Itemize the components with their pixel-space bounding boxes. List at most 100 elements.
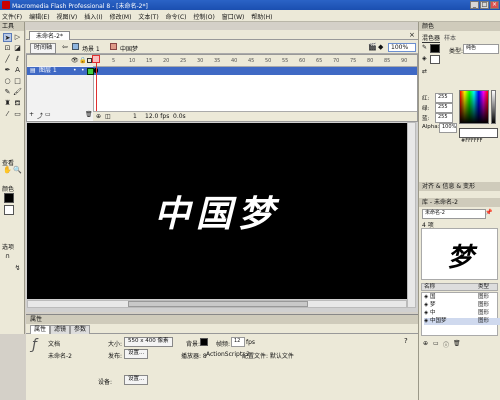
close-button[interactable]: ×: [490, 1, 499, 9]
library-type-header[interactable]: 类型: [478, 284, 489, 291]
layer-lock-dot-icon[interactable]: •: [81, 67, 85, 75]
brightness-slider[interactable]: [491, 90, 496, 124]
back-arrow-icon[interactable]: ⇦: [62, 43, 68, 51]
align-panel-title[interactable]: 对齐 & 信息 & 变形: [419, 182, 500, 191]
layer-row[interactable]: ▤ 图层 1 • •: [27, 67, 417, 75]
menu-insert[interactable]: 插入(I): [82, 10, 105, 21]
menu-help[interactable]: 帮助(H): [249, 10, 275, 21]
tab-parameters[interactable]: 参数: [70, 325, 91, 334]
publish-settings-button[interactable]: 设置...: [124, 349, 149, 359]
mixer-stroke-swatch[interactable]: [430, 44, 440, 53]
library-document-select[interactable]: 未命名-2: [422, 209, 486, 219]
green-input[interactable]: 255: [435, 103, 453, 113]
selection-tool-icon[interactable]: ➤: [3, 33, 12, 42]
zoom-tool-icon[interactable]: 🔍: [13, 166, 22, 175]
scene-label[interactable]: 场景 1: [82, 44, 100, 53]
color-spectrum-picker[interactable]: [459, 90, 489, 124]
size-button[interactable]: 550 x 400 像素: [124, 337, 173, 347]
horizontal-scrollbar[interactable]: [27, 300, 407, 308]
smooth-icon[interactable]: ↯: [13, 264, 22, 273]
alpha-input[interactable]: 100%: [439, 123, 457, 133]
timeline-toggle-button[interactable]: 时间轴: [30, 43, 57, 54]
stroke-color-swatch[interactable]: [4, 193, 14, 203]
library-name-header[interactable]: 名称: [424, 284, 435, 291]
edit-scene-icon[interactable]: 🎬: [368, 43, 377, 51]
layer-visible-dot-icon[interactable]: •: [73, 67, 77, 75]
playhead-handle[interactable]: [92, 55, 100, 63]
hex-value[interactable]: #FFFFFF: [461, 138, 482, 144]
fill-color-swatch[interactable]: [4, 205, 14, 215]
frame-ruler[interactable]: 151015202530354045505560657075808590: [93, 55, 417, 66]
delete-icon[interactable]: 🗑: [453, 340, 461, 347]
menu-view[interactable]: 视图(V): [54, 10, 80, 21]
center-frame-icon[interactable]: ⊕: [96, 112, 101, 121]
menu-modify[interactable]: 修改(M): [108, 10, 135, 21]
paint-bucket-tool-icon[interactable]: ⛾: [13, 99, 22, 108]
red-input[interactable]: 255: [435, 93, 453, 103]
library-item[interactable]: ◈ 国 图形: [424, 294, 500, 301]
new-folder-icon[interactable]: ▭: [433, 340, 439, 347]
onion-skin-icon[interactable]: ◫: [105, 112, 111, 121]
color-panel-title[interactable]: 颜色: [419, 22, 500, 31]
menu-commands[interactable]: 命令(C): [164, 10, 190, 21]
oval-tool-icon[interactable]: ○: [3, 77, 12, 86]
pencil-tool-icon[interactable]: ✎: [3, 88, 12, 97]
symbol-breadcrumb[interactable]: 中国梦: [120, 44, 138, 53]
ink-bottle-tool-icon[interactable]: ♜: [3, 99, 12, 108]
properties-icon[interactable]: ⓘ: [443, 340, 449, 349]
snap-magnet-icon[interactable]: ∩: [3, 252, 12, 261]
edit-symbol-icon[interactable]: ◆: [378, 43, 383, 51]
tab-filters[interactable]: 滤镜: [50, 325, 71, 334]
library-item[interactable]: ◈ 梦 图形: [424, 302, 500, 309]
layer-name[interactable]: 图层 1: [39, 67, 57, 75]
delete-layer-icon[interactable]: 🗑: [85, 111, 93, 118]
text-tool-icon[interactable]: A: [13, 66, 22, 75]
stage-symbol-text[interactable]: 中国梦: [27, 123, 407, 299]
lasso-tool-icon[interactable]: ℓ: [13, 55, 22, 64]
properties-title[interactable]: 属性: [26, 315, 422, 324]
pen-tool-icon[interactable]: ✒: [3, 66, 12, 75]
menu-window[interactable]: 窗口(W): [220, 10, 248, 21]
zoom-select[interactable]: 100%: [388, 43, 416, 52]
rectangle-tool-icon[interactable]: □: [13, 77, 22, 86]
document-close-icon[interactable]: ×: [409, 31, 415, 39]
menu-file[interactable]: 文件(F): [0, 10, 25, 21]
fill-transform-tool-icon[interactable]: ◪: [13, 44, 22, 53]
eye-icon[interactable]: 👁: [71, 57, 79, 64]
hand-tool-icon[interactable]: ✋: [3, 166, 12, 175]
swap-colors-icon[interactable]: ⇄: [422, 68, 427, 75]
new-symbol-icon[interactable]: ⊕: [423, 340, 428, 347]
library-item[interactable]: ◈ 中 图形: [424, 310, 500, 317]
pin-library-icon[interactable]: 📌: [485, 209, 492, 216]
eraser-tool-icon[interactable]: ▭: [13, 110, 22, 119]
frame-rate-input[interactable]: 12: [231, 337, 245, 347]
tab-swatches[interactable]: 样本: [444, 33, 456, 42]
menu-edit[interactable]: 编辑(E): [27, 10, 52, 21]
maximize-button[interactable]: □: [480, 1, 489, 9]
background-color-swatch[interactable]: [200, 338, 208, 346]
eyedropper-tool-icon[interactable]: ⁄: [3, 110, 12, 119]
add-guide-icon[interactable]: ⤴: [37, 111, 43, 120]
add-layer-icon[interactable]: +: [29, 111, 34, 118]
minimize-button[interactable]: _: [470, 1, 479, 9]
lock-icon[interactable]: 🔒: [79, 57, 86, 64]
subselection-tool-icon[interactable]: ▷: [13, 33, 22, 42]
device-settings-button[interactable]: 设置...: [124, 375, 149, 385]
free-transform-tool-icon[interactable]: ⊡: [3, 44, 12, 53]
menu-text[interactable]: 文本(T): [136, 10, 161, 21]
add-folder-icon[interactable]: ▭: [45, 111, 51, 118]
brush-tool-icon[interactable]: 🖌: [13, 88, 22, 97]
stage[interactable]: 中国梦: [27, 123, 407, 299]
menu-control[interactable]: 控制(O): [191, 10, 217, 21]
fill-type-select[interactable]: 纯色: [463, 44, 499, 54]
blue-input[interactable]: 255: [435, 113, 453, 123]
tab-properties[interactable]: 属性: [30, 325, 51, 334]
horizontal-scroll-thumb[interactable]: [128, 301, 308, 307]
layer-outline-color[interactable]: [87, 68, 94, 75]
library-panel-title[interactable]: 库 - 未命名-2: [419, 198, 500, 207]
help-icon[interactable]: ?: [404, 337, 408, 345]
tab-color-mixer[interactable]: 混色器: [422, 33, 441, 43]
vertical-scrollbar[interactable]: [407, 122, 416, 308]
library-item[interactable]: ◈ 中国梦 图形: [424, 318, 500, 325]
mixer-fill-swatch[interactable]: [430, 55, 440, 64]
